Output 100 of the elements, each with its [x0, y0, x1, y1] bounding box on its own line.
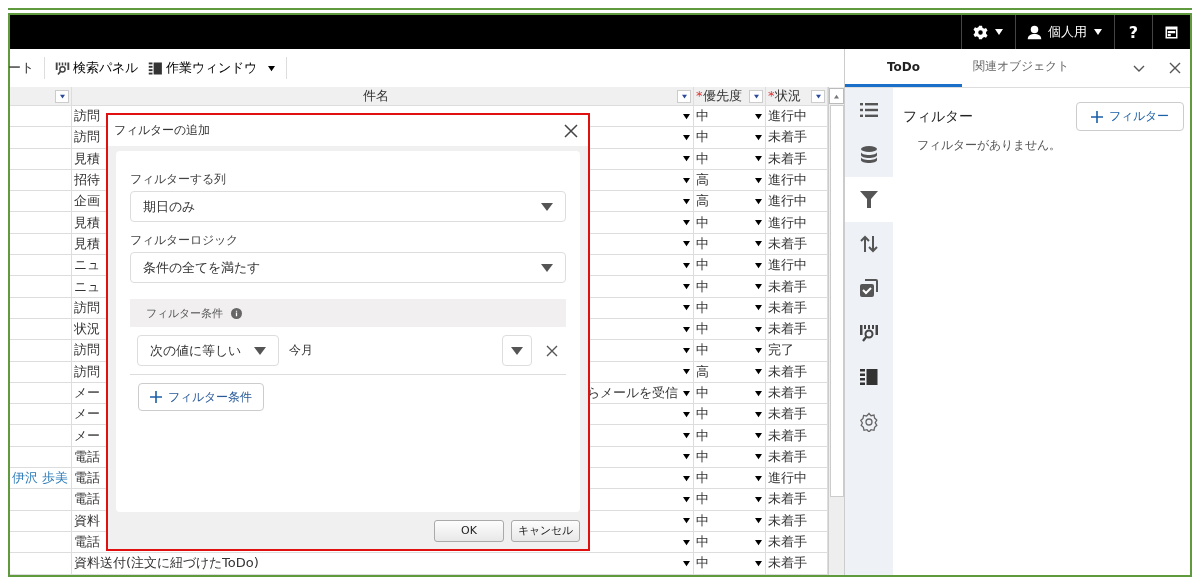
dropdown-icon[interactable]: [682, 219, 691, 227]
column-menu-button[interactable]: [55, 89, 69, 103]
dropdown-icon[interactable]: [754, 325, 763, 333]
remove-button[interactable]: [546, 344, 558, 357]
toolbar-item[interactable]: ート: [8, 59, 34, 77]
user-menu-button[interactable]: 個人用: [1014, 15, 1114, 49]
table-cell: 中: [696, 405, 709, 424]
dropdown-icon[interactable]: [754, 240, 763, 248]
dropdown-icon[interactable]: [682, 112, 691, 120]
sort-icon: [859, 233, 879, 254]
settings-icon: [859, 411, 879, 432]
dropdown-icon[interactable]: [682, 517, 691, 525]
close-icon[interactable]: [1168, 61, 1182, 75]
column-menu-button[interactable]: [811, 89, 825, 103]
operator-select[interactable]: 次の値に等しい: [137, 335, 279, 366]
dropdown-icon[interactable]: [754, 133, 763, 141]
dropdown-icon[interactable]: [754, 538, 763, 546]
dropdown-icon[interactable]: [682, 368, 691, 376]
dropdown-icon[interactable]: [754, 261, 763, 269]
dropdown-icon[interactable]: [682, 474, 691, 482]
dropdown-icon[interactable]: [754, 155, 763, 163]
caret-icon: [511, 346, 523, 355]
work-window-button[interactable]: 作業ウィンドウ: [148, 59, 257, 77]
filter-icon: [859, 189, 879, 210]
table-cell: ニュ: [74, 277, 100, 296]
dropdown-icon[interactable]: [682, 389, 691, 397]
select-field[interactable]: 条件の全てを満たす: [130, 252, 566, 283]
dropdown-icon[interactable]: [754, 304, 763, 312]
table-cell: 中: [696, 490, 709, 509]
table-cell: 進行中: [768, 171, 807, 190]
dropdown-icon[interactable]: [754, 410, 763, 418]
dropdown-icon[interactable]: [682, 240, 691, 248]
person-icon: [1026, 24, 1042, 40]
dropdown-icon[interactable]: [682, 496, 691, 503]
column-header: *状況: [768, 87, 801, 105]
dropdown-icon[interactable]: [682, 133, 691, 141]
panel-tab[interactable]: 関連オブジェクト: [962, 49, 1079, 87]
table-cell: 企画: [74, 192, 100, 211]
add-filter-button[interactable]: フィルター: [1076, 102, 1184, 131]
dropdown-icon[interactable]: [682, 325, 691, 333]
add-condition-button[interactable]: フィルター条件: [138, 383, 264, 411]
dropdown-icon[interactable]: [682, 176, 691, 184]
scroll-up-icon[interactable]: [833, 93, 840, 99]
close-button[interactable]: [564, 123, 578, 138]
dropdown-icon[interactable]: [682, 283, 691, 290]
cancel-button[interactable]: キャンセル: [511, 519, 580, 542]
section-title: フィルター条件: [146, 305, 223, 321]
dropdown-icon[interactable]: [682, 559, 691, 567]
dropdown-icon[interactable]: [754, 176, 763, 184]
help-button[interactable]: ?: [1113, 15, 1152, 49]
dropdown-icon[interactable]: [754, 197, 763, 205]
table-cell: 招待: [74, 171, 100, 190]
dropdown-icon[interactable]: [682, 346, 691, 354]
scrollbar[interactable]: [828, 87, 844, 575]
dropdown-icon[interactable]: [682, 410, 691, 418]
table-cell: 未着手: [768, 405, 807, 424]
panel-title: フィルター: [903, 107, 973, 126]
table-cell: 中: [696, 298, 709, 317]
dropdown-icon[interactable]: [754, 496, 763, 503]
dropdown-icon[interactable]: [682, 261, 691, 269]
select-field[interactable]: 期日のみ: [130, 191, 566, 222]
table-cell: 中: [696, 533, 709, 552]
caret-icon[interactable]: [1092, 28, 1103, 36]
dropdown-icon[interactable]: [754, 474, 763, 482]
table-cell: 状況: [74, 320, 100, 339]
dropdown-icon[interactable]: [682, 432, 691, 440]
dropdown-icon[interactable]: [754, 368, 763, 376]
dropdown-icon[interactable]: [754, 389, 763, 397]
caret-icon[interactable]: [267, 64, 276, 72]
column-menu-button[interactable]: [677, 89, 691, 103]
table-cell: メー: [74, 426, 100, 445]
dropdown-icon[interactable]: [754, 517, 763, 525]
ok-button[interactable]: OK: [434, 519, 504, 542]
table-cell: 電話: [74, 447, 100, 466]
table-cell: 訪問: [74, 362, 100, 381]
dropdown-icon[interactable]: [682, 155, 691, 163]
owner-link[interactable]: 伊沢 歩美: [12, 469, 69, 488]
dropdown-icon[interactable]: [682, 304, 691, 312]
plus-icon: [1091, 110, 1103, 123]
dropdown-icon[interactable]: [754, 346, 763, 354]
table-cell: 未着手: [768, 298, 807, 317]
dropdown-icon[interactable]: [754, 559, 763, 567]
work-window-icon: [148, 60, 163, 76]
dropdown-icon[interactable]: [682, 538, 691, 546]
caret-icon[interactable]: [993, 28, 1004, 36]
table-cell: 訪問: [74, 107, 100, 126]
column-menu-button[interactable]: [749, 89, 763, 103]
search-panel-button[interactable]: 検索パネル: [55, 59, 138, 77]
table-cell: 訪問: [74, 298, 100, 317]
dropdown-icon[interactable]: [754, 112, 763, 120]
rail-button[interactable]: [845, 177, 893, 222]
dropdown-icon[interactable]: [682, 197, 691, 205]
dropdown-icon[interactable]: [682, 453, 691, 461]
dropdown-icon[interactable]: [754, 432, 763, 440]
dropdown-icon[interactable]: [754, 283, 763, 290]
dropdown-icon[interactable]: [754, 453, 763, 461]
table-cell: 未着手: [768, 277, 807, 296]
table-cell: 未着手: [768, 128, 807, 147]
value-dropdown-button[interactable]: [502, 335, 532, 366]
dropdown-icon[interactable]: [754, 219, 763, 227]
